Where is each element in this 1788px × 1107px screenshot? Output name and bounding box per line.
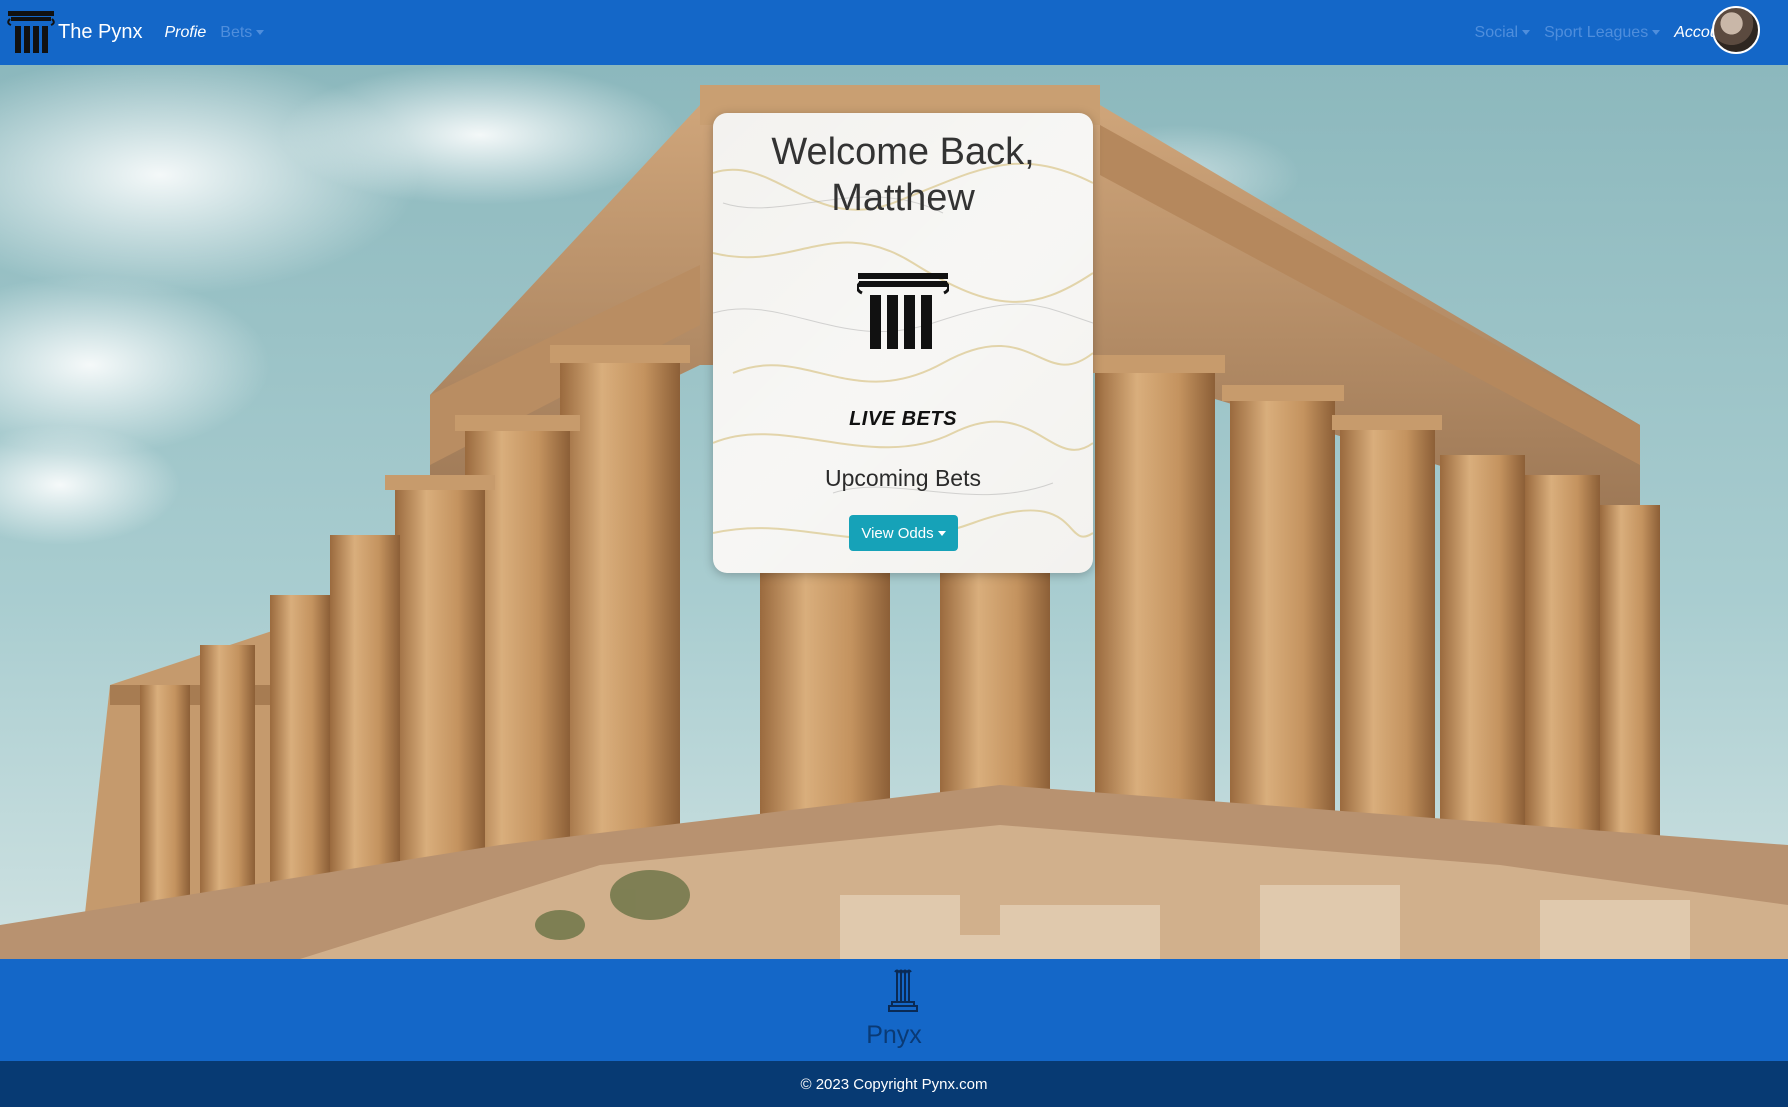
nav-right-group: Social Sport Leagues Account [1475,0,1760,65]
top-navbar: The Pynx Profie Bets Social Sport League… [0,0,1788,65]
nav-bets-dropdown[interactable]: Bets [220,23,265,42]
nav-left-group: Profie Bets [164,23,265,42]
welcome-title: Welcome Back, Matthew [713,129,1093,221]
pillar-icon [857,273,949,349]
nav-sport-leagues-label: Sport Leagues [1544,23,1649,41]
welcome-card: Welcome Back, Matthew LIVE BETS Upcoming… [713,113,1093,573]
nav-profile-link[interactable]: Profie [164,24,206,42]
caret-down-icon [1522,30,1531,35]
pillar-logo-icon [7,10,55,53]
caret-down-icon [256,30,265,35]
user-avatar-icon[interactable] [1712,6,1760,54]
upcoming-bets-label: Upcoming Bets [825,465,981,491]
nav-social-dropdown[interactable]: Social [1475,24,1531,42]
view-odds-dropdown-button[interactable]: View Odds [849,515,958,551]
welcome-title-line1: Welcome Back, [771,131,1035,173]
nav-bets-label: Bets [220,23,253,41]
copyright-text: © 2023 Copyright Pynx.com [800,1075,988,1093]
card-content: Welcome Back, Matthew LIVE BETS Upcoming… [713,113,1093,573]
footer-brand-section: Pnyx [0,959,1788,1061]
caret-down-icon [1652,30,1661,35]
nav-social-label: Social [1474,23,1519,41]
nav-sport-leagues-dropdown[interactable]: Sport Leagues [1544,23,1661,42]
brand-name: The Pynx [58,21,143,43]
live-bets-heading: LIVE BETS [849,408,957,430]
welcome-title-name: Matthew [831,177,975,219]
caret-down-icon [937,530,946,536]
footer-copyright-bar: © 2023 Copyright Pynx.com [0,1061,1788,1107]
pillar-icon [888,969,918,1012]
footer-brand: Pnyx [866,1021,922,1049]
brand-link[interactable]: The Pynx [6,7,142,59]
view-odds-label: View Odds [861,524,934,542]
